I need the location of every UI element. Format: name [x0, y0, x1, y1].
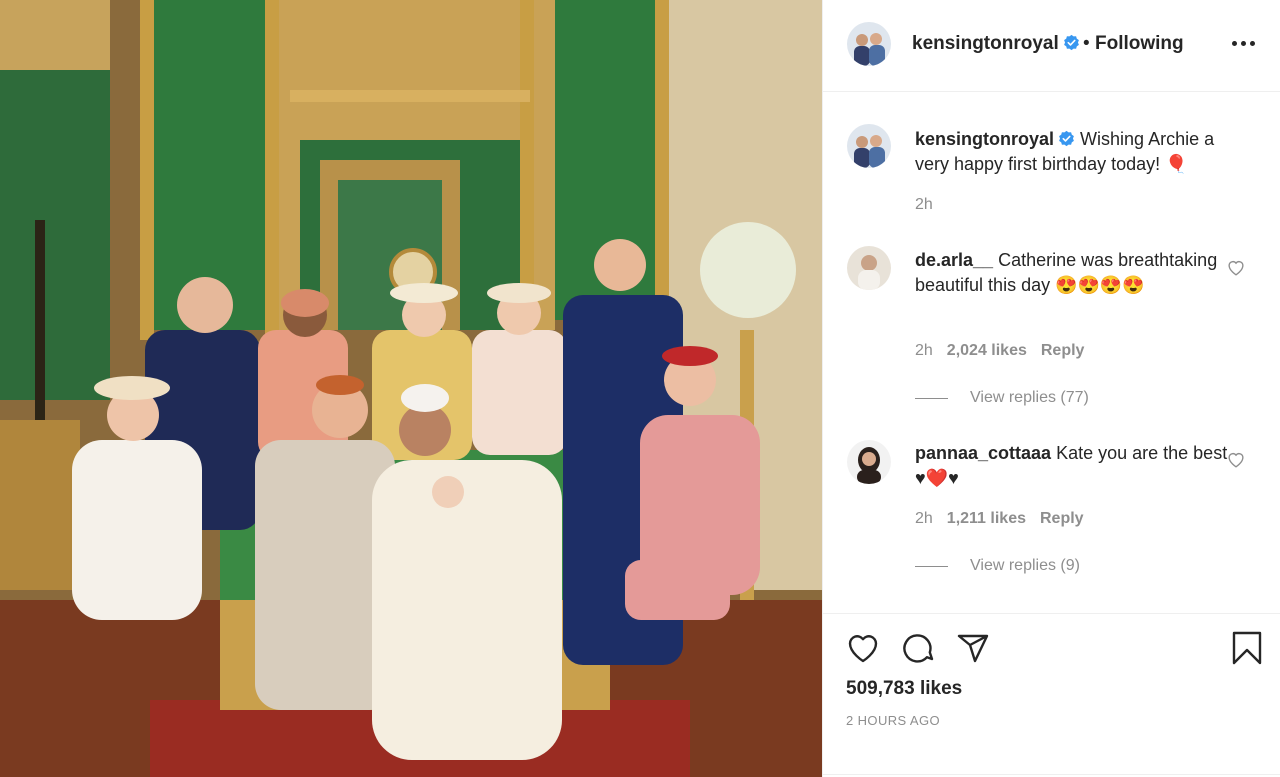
caption-time[interactable]: 2h: [915, 196, 933, 214]
comment-2-likes[interactable]: 1,211 likes: [947, 510, 1026, 528]
comment-icon[interactable]: [901, 630, 937, 666]
comment-avatar[interactable]: [847, 440, 891, 484]
verified-badge-icon: [1059, 130, 1074, 147]
comment-1-meta: 2h 2,024 likes Reply: [915, 342, 1084, 360]
post-photo[interactable]: [0, 0, 822, 777]
header-separator: •: [1083, 33, 1090, 54]
caption: kensingtonroyal Wishing Archie a very ha…: [915, 127, 1235, 177]
more-dot: [1231, 40, 1237, 46]
comments-list: kensingtonroyal Wishing Archie a very ha…: [823, 93, 1280, 613]
replies-line: [915, 397, 948, 399]
comment-2-reply-button[interactable]: Reply: [1040, 510, 1084, 528]
post-header: kensingtonroyal • Following: [823, 0, 1280, 92]
comment-2: pannaa_cottaaa Kate you are the best ♥❤️…: [915, 441, 1235, 491]
comment-1: de.arla__ Catherine was breathtaking bea…: [915, 248, 1235, 298]
comment-1-time[interactable]: 2h: [915, 342, 933, 360]
caption-username[interactable]: kensingtonroyal: [915, 129, 1054, 149]
more-dot: [1240, 40, 1246, 46]
caption-avatar[interactable]: [847, 124, 891, 168]
like-heart-icon[interactable]: [845, 630, 881, 666]
author-username[interactable]: kensingtonroyal: [912, 33, 1080, 55]
author-username-text[interactable]: kensingtonroyal: [912, 33, 1059, 54]
caption-meta: 2h: [915, 196, 933, 214]
post-details-panel: kensingtonroyal • Following kensingtonro…: [822, 0, 1280, 777]
verified-badge-icon: [1063, 34, 1079, 51]
comment-1-username[interactable]: de.arla__: [915, 250, 993, 270]
comment-like-icon[interactable]: [1225, 448, 1247, 470]
photo-illustration: [0, 0, 822, 777]
comment-1-reply-button[interactable]: Reply: [1041, 342, 1085, 360]
replies-line: [915, 565, 948, 567]
post-timestamp[interactable]: 2 HOURS AGO: [846, 713, 940, 728]
bookmark-icon[interactable]: [1229, 630, 1265, 666]
comment-1-likes[interactable]: 2,024 likes: [947, 342, 1027, 360]
comment-2-username[interactable]: pannaa_cottaaa: [915, 443, 1051, 463]
comment-1-view-replies[interactable]: View replies (77): [915, 389, 1089, 407]
following-button[interactable]: Following: [1095, 33, 1184, 55]
comment-2-meta: 2h 1,211 likes Reply: [915, 510, 1084, 528]
share-icon[interactable]: [955, 630, 991, 666]
post-actions: 509,783 likes 2 HOURS AGO: [823, 613, 1280, 777]
author-avatar[interactable]: [847, 22, 891, 66]
comment-2-time[interactable]: 2h: [915, 510, 933, 528]
likes-count[interactable]: 509,783 likes: [846, 678, 962, 700]
more-options-icon[interactable]: [1227, 30, 1259, 56]
comment-2-view-replies[interactable]: View replies (9): [915, 557, 1080, 575]
comment-avatar[interactable]: [847, 246, 891, 290]
more-dot: [1249, 40, 1255, 46]
comment-2-view-replies-label[interactable]: View replies (9): [970, 557, 1080, 575]
comment-like-icon[interactable]: [1225, 256, 1247, 278]
comment-1-view-replies-label[interactable]: View replies (77): [970, 389, 1089, 407]
